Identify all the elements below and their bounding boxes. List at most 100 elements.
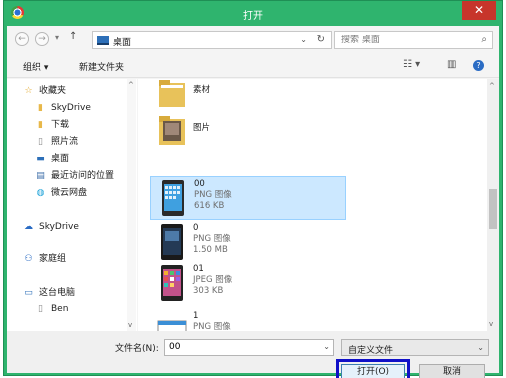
sidebar-item-skydrive-favorite[interactable]: ▮ SkyDrive — [35, 100, 155, 116]
phone-image-thumbnail — [161, 224, 183, 260]
filename-label: 文件名(N): — [115, 344, 159, 354]
window-title: 打开 — [243, 11, 263, 22]
refresh-icon[interactable]: ↻ — [317, 34, 325, 45]
file-name: 01 — [193, 264, 204, 274]
user-icon: ▯ — [38, 304, 43, 314]
sidebar-item-skydrive[interactable]: ☁ SkyDrive — [23, 219, 143, 235]
sidebar-item-label: 这台电脑 — [39, 288, 76, 298]
breadcrumb[interactable]: 桌面 — [113, 35, 131, 48]
scroll-thumb[interactable] — [489, 189, 497, 229]
desktop-icon — [97, 36, 109, 45]
folder-icon — [159, 80, 185, 107]
sidebar-item-desktop[interactable]: ▬ 桌面 — [35, 151, 155, 167]
address-row: ← → ▾ ↑ 桌面 ⌄ ↻ ⌕ — [7, 26, 499, 54]
navigation-scrollbar[interactable]: ^ v — [127, 79, 136, 331]
list-item[interactable]: 图片 — [150, 109, 346, 153]
file-type-value: 自定义文件 — [348, 346, 394, 356]
download-folder-icon: ▮ — [38, 120, 43, 130]
cloud-icon: ◍ — [36, 188, 45, 198]
open-button[interactable]: 打开(O) — [341, 364, 405, 378]
recent-places-icon: ▤ — [36, 171, 45, 181]
sidebar-item-weiyun[interactable]: ◍ 微云网盘 — [35, 185, 155, 201]
screenshot-thumbnail — [157, 320, 187, 331]
phone-image-thumbnail — [161, 265, 183, 301]
list-item-selected[interactable]: 00 PNG 图像 616 KB — [150, 176, 346, 220]
bottom-bar: 文件名(N): ⌄ 自定义文件 ⌄ 打开(O) 取消 — [7, 331, 499, 378]
file-list-scrollbar[interactable]: ^ v — [487, 79, 499, 331]
scroll-up-arrow[interactable]: ^ — [128, 81, 134, 89]
computer-icon: ▭ — [24, 288, 33, 298]
chevron-down-icon[interactable]: ⌄ — [300, 35, 307, 44]
cancel-button[interactable]: 取消 — [419, 364, 485, 378]
phone-image-thumbnail — [162, 180, 184, 216]
up-button[interactable]: ↑ — [69, 31, 77, 42]
file-name: 素材 — [193, 85, 211, 95]
sidebar-item-label: 微云网盘 — [51, 188, 88, 198]
folder-icon: ▮ — [38, 103, 43, 113]
forward-button[interactable]: → — [35, 32, 49, 46]
view-options-icon[interactable]: ☷ ▾ — [403, 59, 420, 70]
homegroup-icon: ⚇ — [24, 254, 33, 264]
sidebar-item-label: SkyDrive — [39, 222, 79, 232]
search-icon[interactable]: ⌕ — [481, 34, 487, 45]
search-box[interactable]: ⌕ — [334, 31, 493, 49]
desktop-icon: ▬ — [36, 154, 45, 164]
list-item[interactable]: 1 PNG 图像 — [150, 309, 346, 331]
skydrive-icon: ☁ — [24, 222, 33, 232]
file-size: 303 KB — [193, 286, 224, 296]
sidebar-item-recent-places[interactable]: ▤ 最近访问的位置 — [35, 168, 155, 184]
file-type-select[interactable]: 自定义文件 ⌄ — [341, 339, 489, 356]
filename-input[interactable] — [169, 342, 319, 352]
sidebar-item-label: 家庭组 — [39, 254, 67, 264]
list-item[interactable]: 0 PNG 图像 1.50 MB — [150, 221, 346, 265]
file-name: 1 — [193, 311, 199, 321]
sidebar-item-label: 收藏夹 — [39, 86, 67, 96]
file-list: 素材 图片 00 PNG 图像 616 KB 0 PNG 图像 1.50 MB … — [138, 79, 487, 331]
document-icon: ▯ — [38, 137, 43, 147]
file-name: 00 — [194, 179, 205, 189]
organize-button[interactable]: 组织 ▾ — [23, 60, 48, 73]
preview-pane-icon[interactable]: ▥ — [447, 59, 456, 70]
sidebar-item-ben[interactable]: ▯ Ben — [35, 301, 155, 317]
sidebar-item-label: 照片流 — [51, 137, 79, 147]
file-size: 1.50 MB — [193, 245, 228, 255]
sidebar-item-label: 最近访问的位置 — [51, 171, 115, 181]
chevron-down-icon[interactable]: ⌄ — [323, 342, 330, 351]
sidebar-item-label: Ben — [51, 304, 69, 314]
sidebar-item-label: 桌面 — [51, 154, 70, 164]
help-icon[interactable]: ? — [473, 60, 484, 71]
file-type: PNG 图像 — [194, 190, 232, 200]
sidebar-item-favorites[interactable]: ☆ 收藏夹 — [23, 83, 143, 99]
scroll-down-arrow[interactable]: v — [489, 320, 493, 328]
scroll-up-arrow[interactable]: ^ — [489, 82, 495, 90]
open-file-dialog: 打开 ✕ ← → ▾ ↑ 桌面 ⌄ ↻ ⌕ 组织 ▾ 新建文件夹 ☷ ▾ — [3, 0, 503, 378]
dialog-content: ← → ▾ ↑ 桌面 ⌄ ↻ ⌕ 组织 ▾ 新建文件夹 ☷ ▾ ▥ ? — [7, 26, 499, 378]
back-button[interactable]: ← — [15, 32, 29, 46]
sidebar-item-label: SkyDrive — [51, 103, 91, 113]
file-name: 0 — [193, 223, 199, 233]
recent-locations-button[interactable]: ▾ — [55, 33, 59, 42]
file-type: JPEG 图像 — [193, 275, 233, 285]
chevron-down-icon: ⌄ — [477, 343, 484, 352]
file-type: PNG 图像 — [193, 234, 231, 244]
sidebar-item-label: 下载 — [51, 120, 70, 130]
new-folder-button[interactable]: 新建文件夹 — [79, 60, 124, 73]
close-button[interactable]: ✕ — [462, 1, 496, 20]
address-bar[interactable]: 桌面 ⌄ ↻ — [92, 31, 332, 49]
file-name: 图片 — [193, 123, 211, 133]
search-input[interactable] — [341, 35, 466, 45]
file-type: PNG 图像 — [193, 322, 231, 331]
list-item[interactable]: 01 JPEG 图像 303 KB — [150, 262, 346, 306]
filename-combobox[interactable]: ⌄ — [164, 339, 334, 356]
star-icon: ☆ — [24, 86, 33, 96]
sidebar-item-downloads[interactable]: ▮ 下载 — [35, 117, 155, 133]
title-bar[interactable]: 打开 ✕ — [4, 1, 502, 26]
command-bar: 组织 ▾ 新建文件夹 ☷ ▾ ▥ ? — [7, 54, 499, 78]
navigation-pane: ☆ 收藏夹 ▮ SkyDrive ▮ 下载 ▯ 照片流 ▬ 桌面 ▤ 最近访问的… — [7, 79, 137, 331]
scroll-down-arrow[interactable]: v — [128, 321, 132, 329]
sidebar-item-photo-stream[interactable]: ▯ 照片流 — [35, 134, 155, 150]
sidebar-item-homegroup[interactable]: ⚇ 家庭组 — [23, 251, 143, 267]
file-size: 616 KB — [194, 201, 225, 211]
sidebar-item-this-pc[interactable]: ▭ 这台电脑 — [23, 285, 143, 301]
photo-folder-icon — [159, 116, 185, 145]
